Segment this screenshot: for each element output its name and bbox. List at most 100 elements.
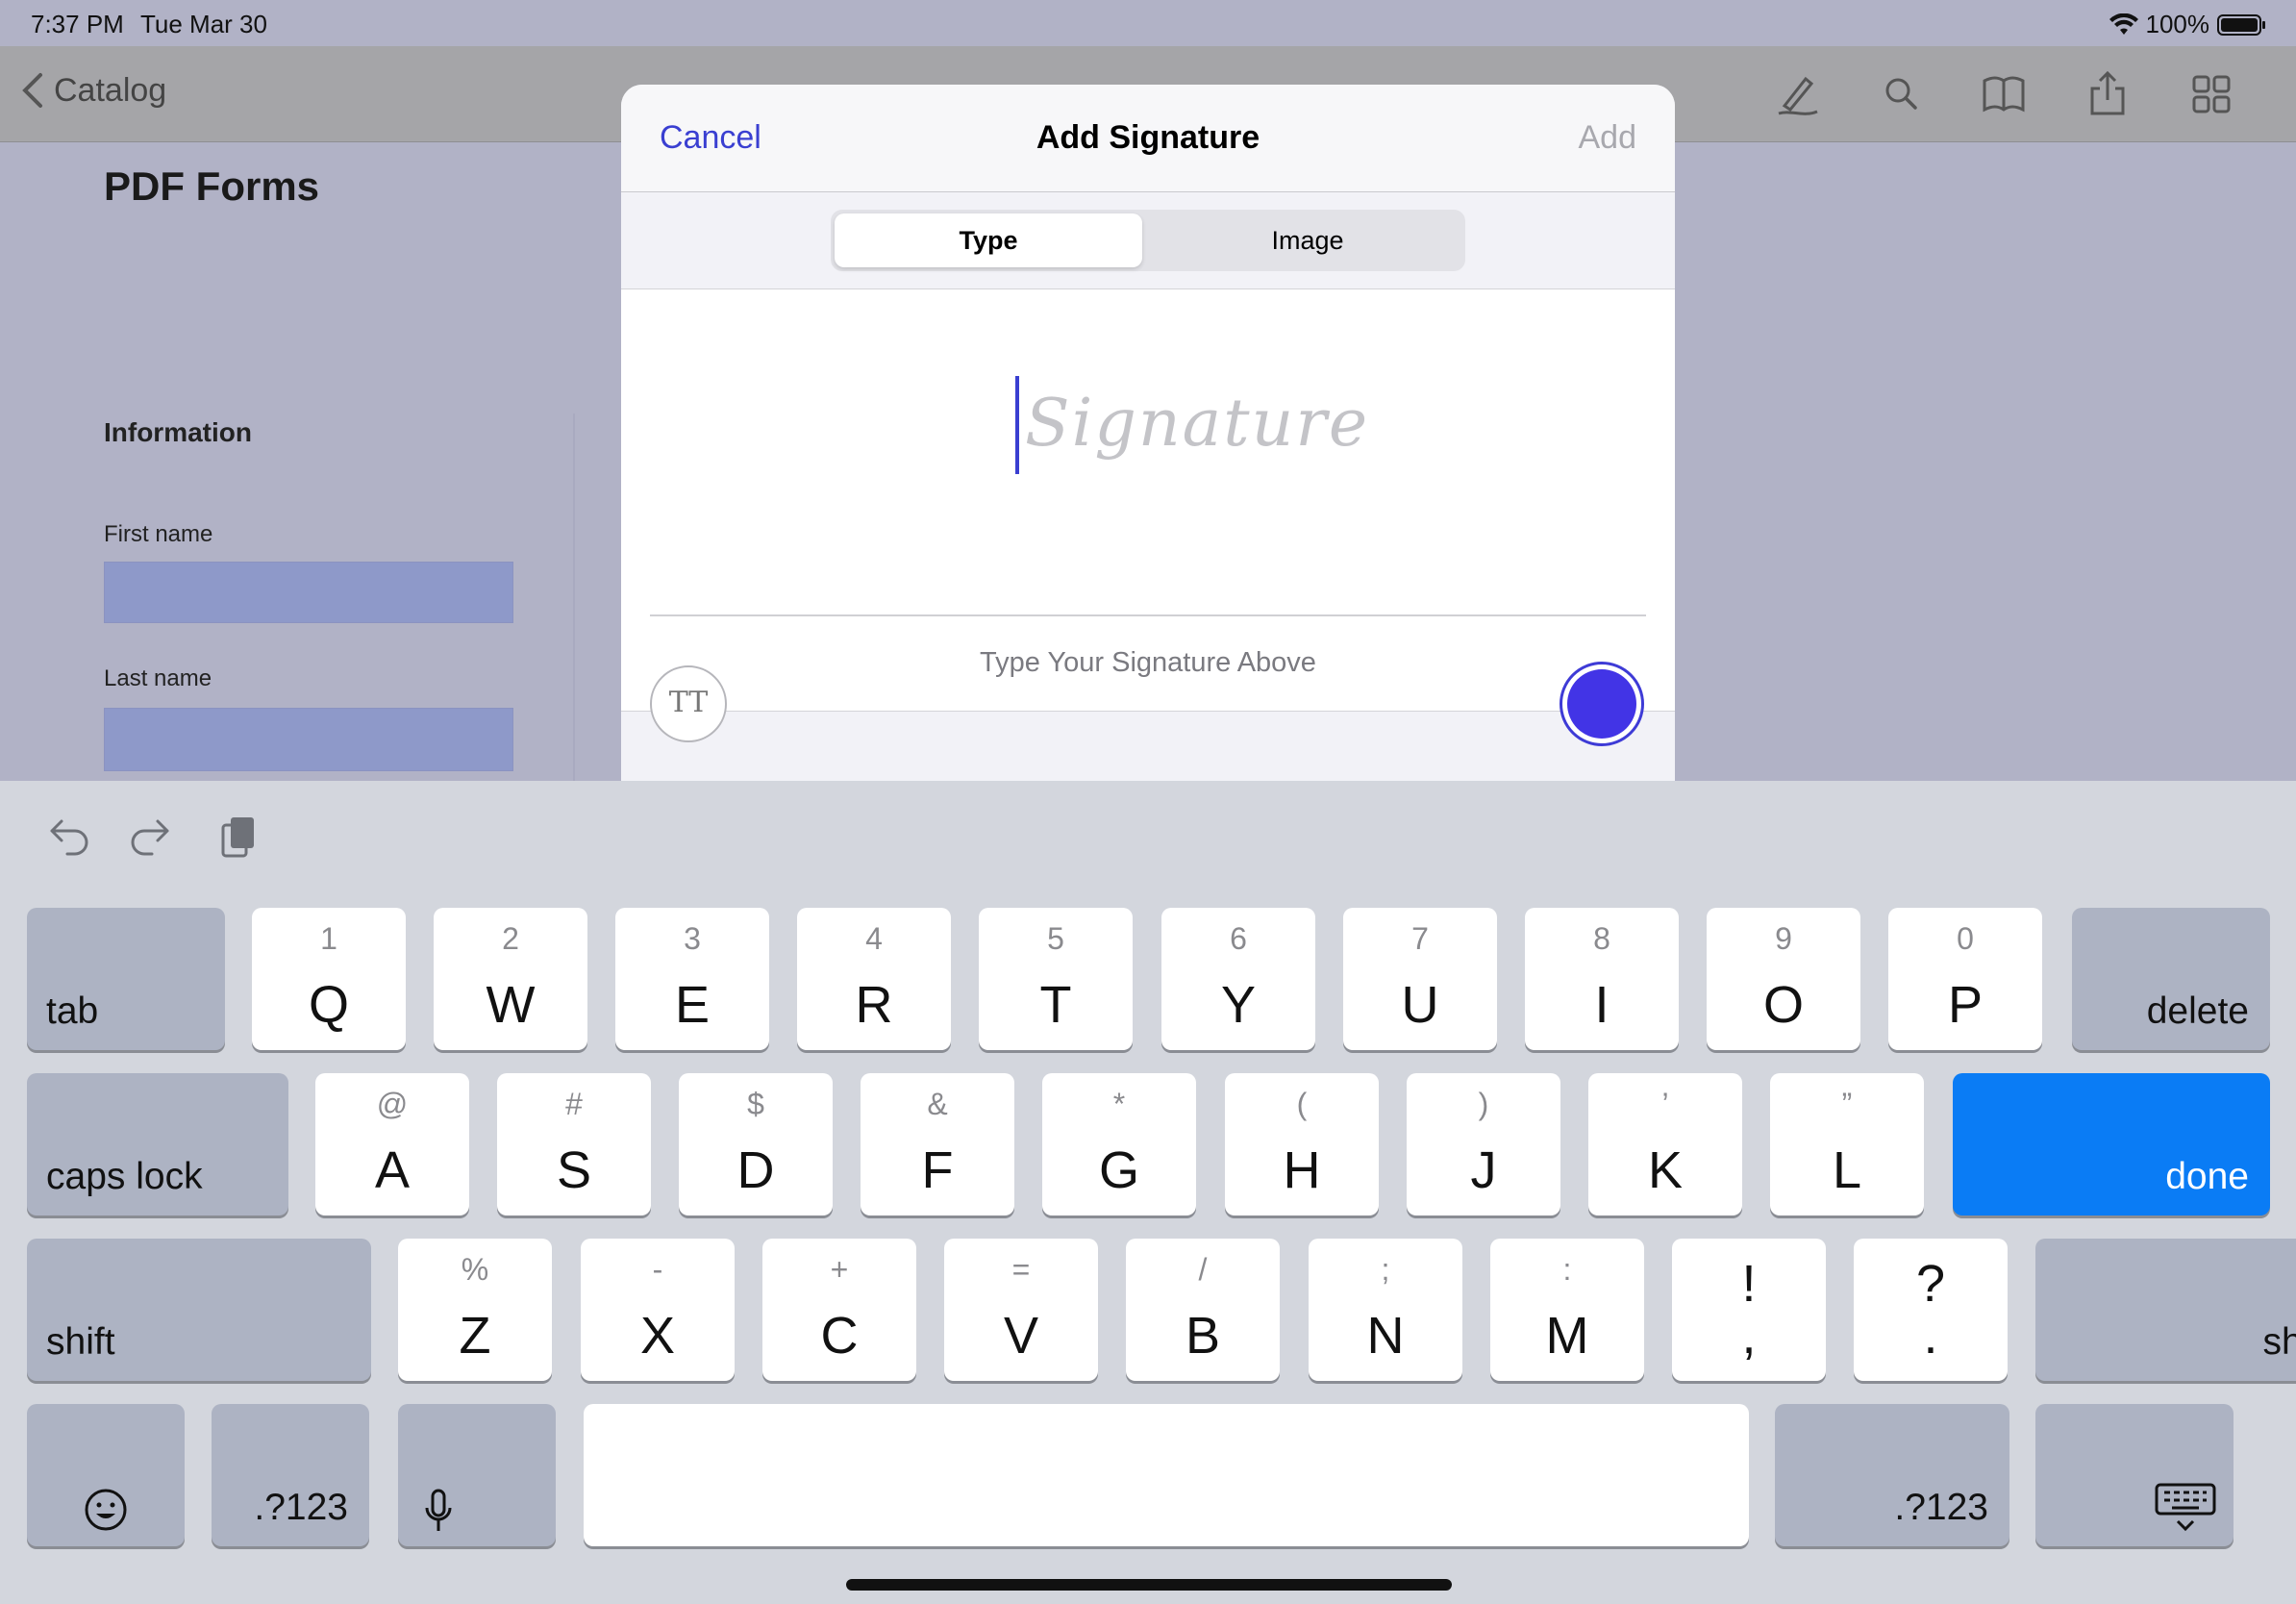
add-button[interactable]: Add <box>1579 119 1637 157</box>
key-r[interactable]: 4R <box>797 908 951 1050</box>
last-name-label: Last name <box>104 665 212 691</box>
key-emoji[interactable] <box>27 1404 185 1546</box>
key-label: . <box>1923 1307 1938 1365</box>
key-secondary-label: ; <box>1381 1252 1390 1287</box>
microphone-icon <box>425 1489 452 1531</box>
key-label: P <box>1947 976 1984 1034</box>
signature-placeholder: Signature <box>1025 386 1370 462</box>
key-secondary-label: 1 <box>320 921 337 956</box>
key-shift[interactable]: shift <box>2035 1239 2296 1381</box>
key-x[interactable]: -X <box>581 1239 735 1381</box>
key-n[interactable]: ; N <box>1309 1239 1462 1381</box>
chevron-left-icon <box>22 73 42 108</box>
key-l[interactable]: ” L <box>1770 1073 1924 1216</box>
key-caps-lock[interactable]: caps lock <box>27 1073 288 1216</box>
key-h[interactable]: (H <box>1225 1073 1379 1216</box>
home-indicator <box>846 1579 1452 1591</box>
wifi-icon <box>2109 13 2138 35</box>
key-v[interactable]: = V <box>944 1239 1098 1381</box>
back-button[interactable]: Catalog <box>21 71 166 110</box>
tab-type[interactable]: Type <box>835 213 1142 267</box>
key-f[interactable]: & F <box>861 1073 1014 1216</box>
key-done[interactable]: done <box>1953 1073 2270 1216</box>
key-label: R <box>855 976 893 1034</box>
hide-keyboard-icon <box>2155 1483 2216 1532</box>
key-secondary-label: : <box>1562 1252 1572 1287</box>
signature-pen-icon[interactable] <box>1771 67 1825 121</box>
key-a[interactable]: @ A <box>315 1073 469 1216</box>
key-hide-keyboard[interactable] <box>2035 1404 2234 1546</box>
key-o[interactable]: 9O <box>1707 908 1860 1050</box>
key-y[interactable]: 6Y <box>1161 908 1315 1050</box>
key-w[interactable]: 2W <box>434 908 587 1050</box>
font-icon: TT <box>668 686 709 719</box>
key-q[interactable]: 1Q <box>252 908 406 1050</box>
key-space[interactable] <box>584 1404 1749 1546</box>
page-title: PDF Forms <box>104 163 320 209</box>
key-label: Z <box>459 1307 491 1365</box>
emoji-icon <box>85 1489 127 1531</box>
key-z[interactable]: % Z <box>398 1239 552 1381</box>
share-icon[interactable] <box>2081 67 2134 121</box>
tab-image[interactable]: Image <box>1154 213 1461 267</box>
key-label: , <box>1741 1307 1757 1365</box>
key-secondary-label: # <box>565 1087 583 1121</box>
page-divider <box>573 414 575 781</box>
redo-icon[interactable] <box>123 810 181 867</box>
first-name-field[interactable] <box>104 562 513 623</box>
key-b[interactable]: / B <box>1126 1239 1280 1381</box>
key-s[interactable]: # S <box>497 1073 651 1216</box>
key-tab[interactable]: tab <box>27 908 225 1050</box>
key-secondary-label: 2 <box>502 921 519 956</box>
key-d[interactable]: $ D <box>679 1073 833 1216</box>
key---123[interactable]: .?123 <box>1775 1404 2009 1546</box>
key-label: I <box>1594 976 1610 1034</box>
first-name-label: First name <box>104 521 213 547</box>
key-mic[interactable] <box>398 1404 556 1546</box>
key-label: caps lock <box>46 1156 203 1197</box>
battery-percent: 100% <box>2145 10 2210 38</box>
undo-icon[interactable] <box>38 810 96 867</box>
status-bar: 7:37 PM Tue Mar 30 100% <box>0 0 2296 46</box>
key-c[interactable]: + C <box>762 1239 916 1381</box>
key-e[interactable]: 3E <box>615 908 769 1050</box>
key-delete[interactable]: delete <box>2072 908 2270 1050</box>
grid-icon[interactable] <box>2184 67 2238 121</box>
key-label: E <box>674 976 711 1034</box>
key--[interactable]: ?. <box>1854 1239 2008 1381</box>
key-label: shift <box>46 1321 115 1363</box>
font-style-button[interactable]: TT <box>650 665 727 742</box>
key-secondary-label: $ <box>747 1087 764 1121</box>
key-secondary-label: 5 <box>1047 921 1064 956</box>
key-shift[interactable]: shift <box>27 1239 371 1381</box>
battery-icon <box>2217 13 2265 36</box>
signature-input-area[interactable]: Signature Type Your Signature Above <box>621 288 1675 712</box>
key-i[interactable]: 8I <box>1525 908 1679 1050</box>
book-icon[interactable] <box>1977 67 2031 121</box>
key-label: B <box>1185 1307 1221 1365</box>
key-j[interactable]: ) J <box>1407 1073 1560 1216</box>
search-icon[interactable] <box>1875 67 1929 121</box>
signature-baseline <box>650 614 1646 616</box>
key-g[interactable]: * G <box>1042 1073 1196 1216</box>
dialog-header: Cancel Add Signature Add <box>621 85 1675 192</box>
key-k[interactable]: ’ K <box>1588 1073 1742 1216</box>
key--[interactable]: !, <box>1672 1239 1826 1381</box>
key-label: D <box>736 1141 775 1199</box>
key-m[interactable]: :M <box>1490 1239 1644 1381</box>
key-u[interactable]: 7U <box>1343 908 1497 1050</box>
key-label: W <box>486 976 536 1034</box>
key-secondary-label: = <box>1011 1252 1031 1287</box>
key-t[interactable]: 5T <box>979 908 1133 1050</box>
last-name-field[interactable] <box>104 708 513 771</box>
key-label: Y <box>1220 976 1257 1034</box>
key-label: V <box>1003 1307 1039 1365</box>
clipboard-icon[interactable] <box>210 810 267 867</box>
ink-color-button[interactable] <box>1560 662 1644 746</box>
key---123[interactable]: .?123 <box>212 1404 369 1546</box>
key-label: L <box>1832 1141 1862 1199</box>
key-label: S <box>556 1141 592 1199</box>
key-p[interactable]: 0P <box>1888 908 2042 1050</box>
key-secondary-label: 7 <box>1411 921 1429 956</box>
key-secondary-label: * <box>1112 1087 1126 1121</box>
